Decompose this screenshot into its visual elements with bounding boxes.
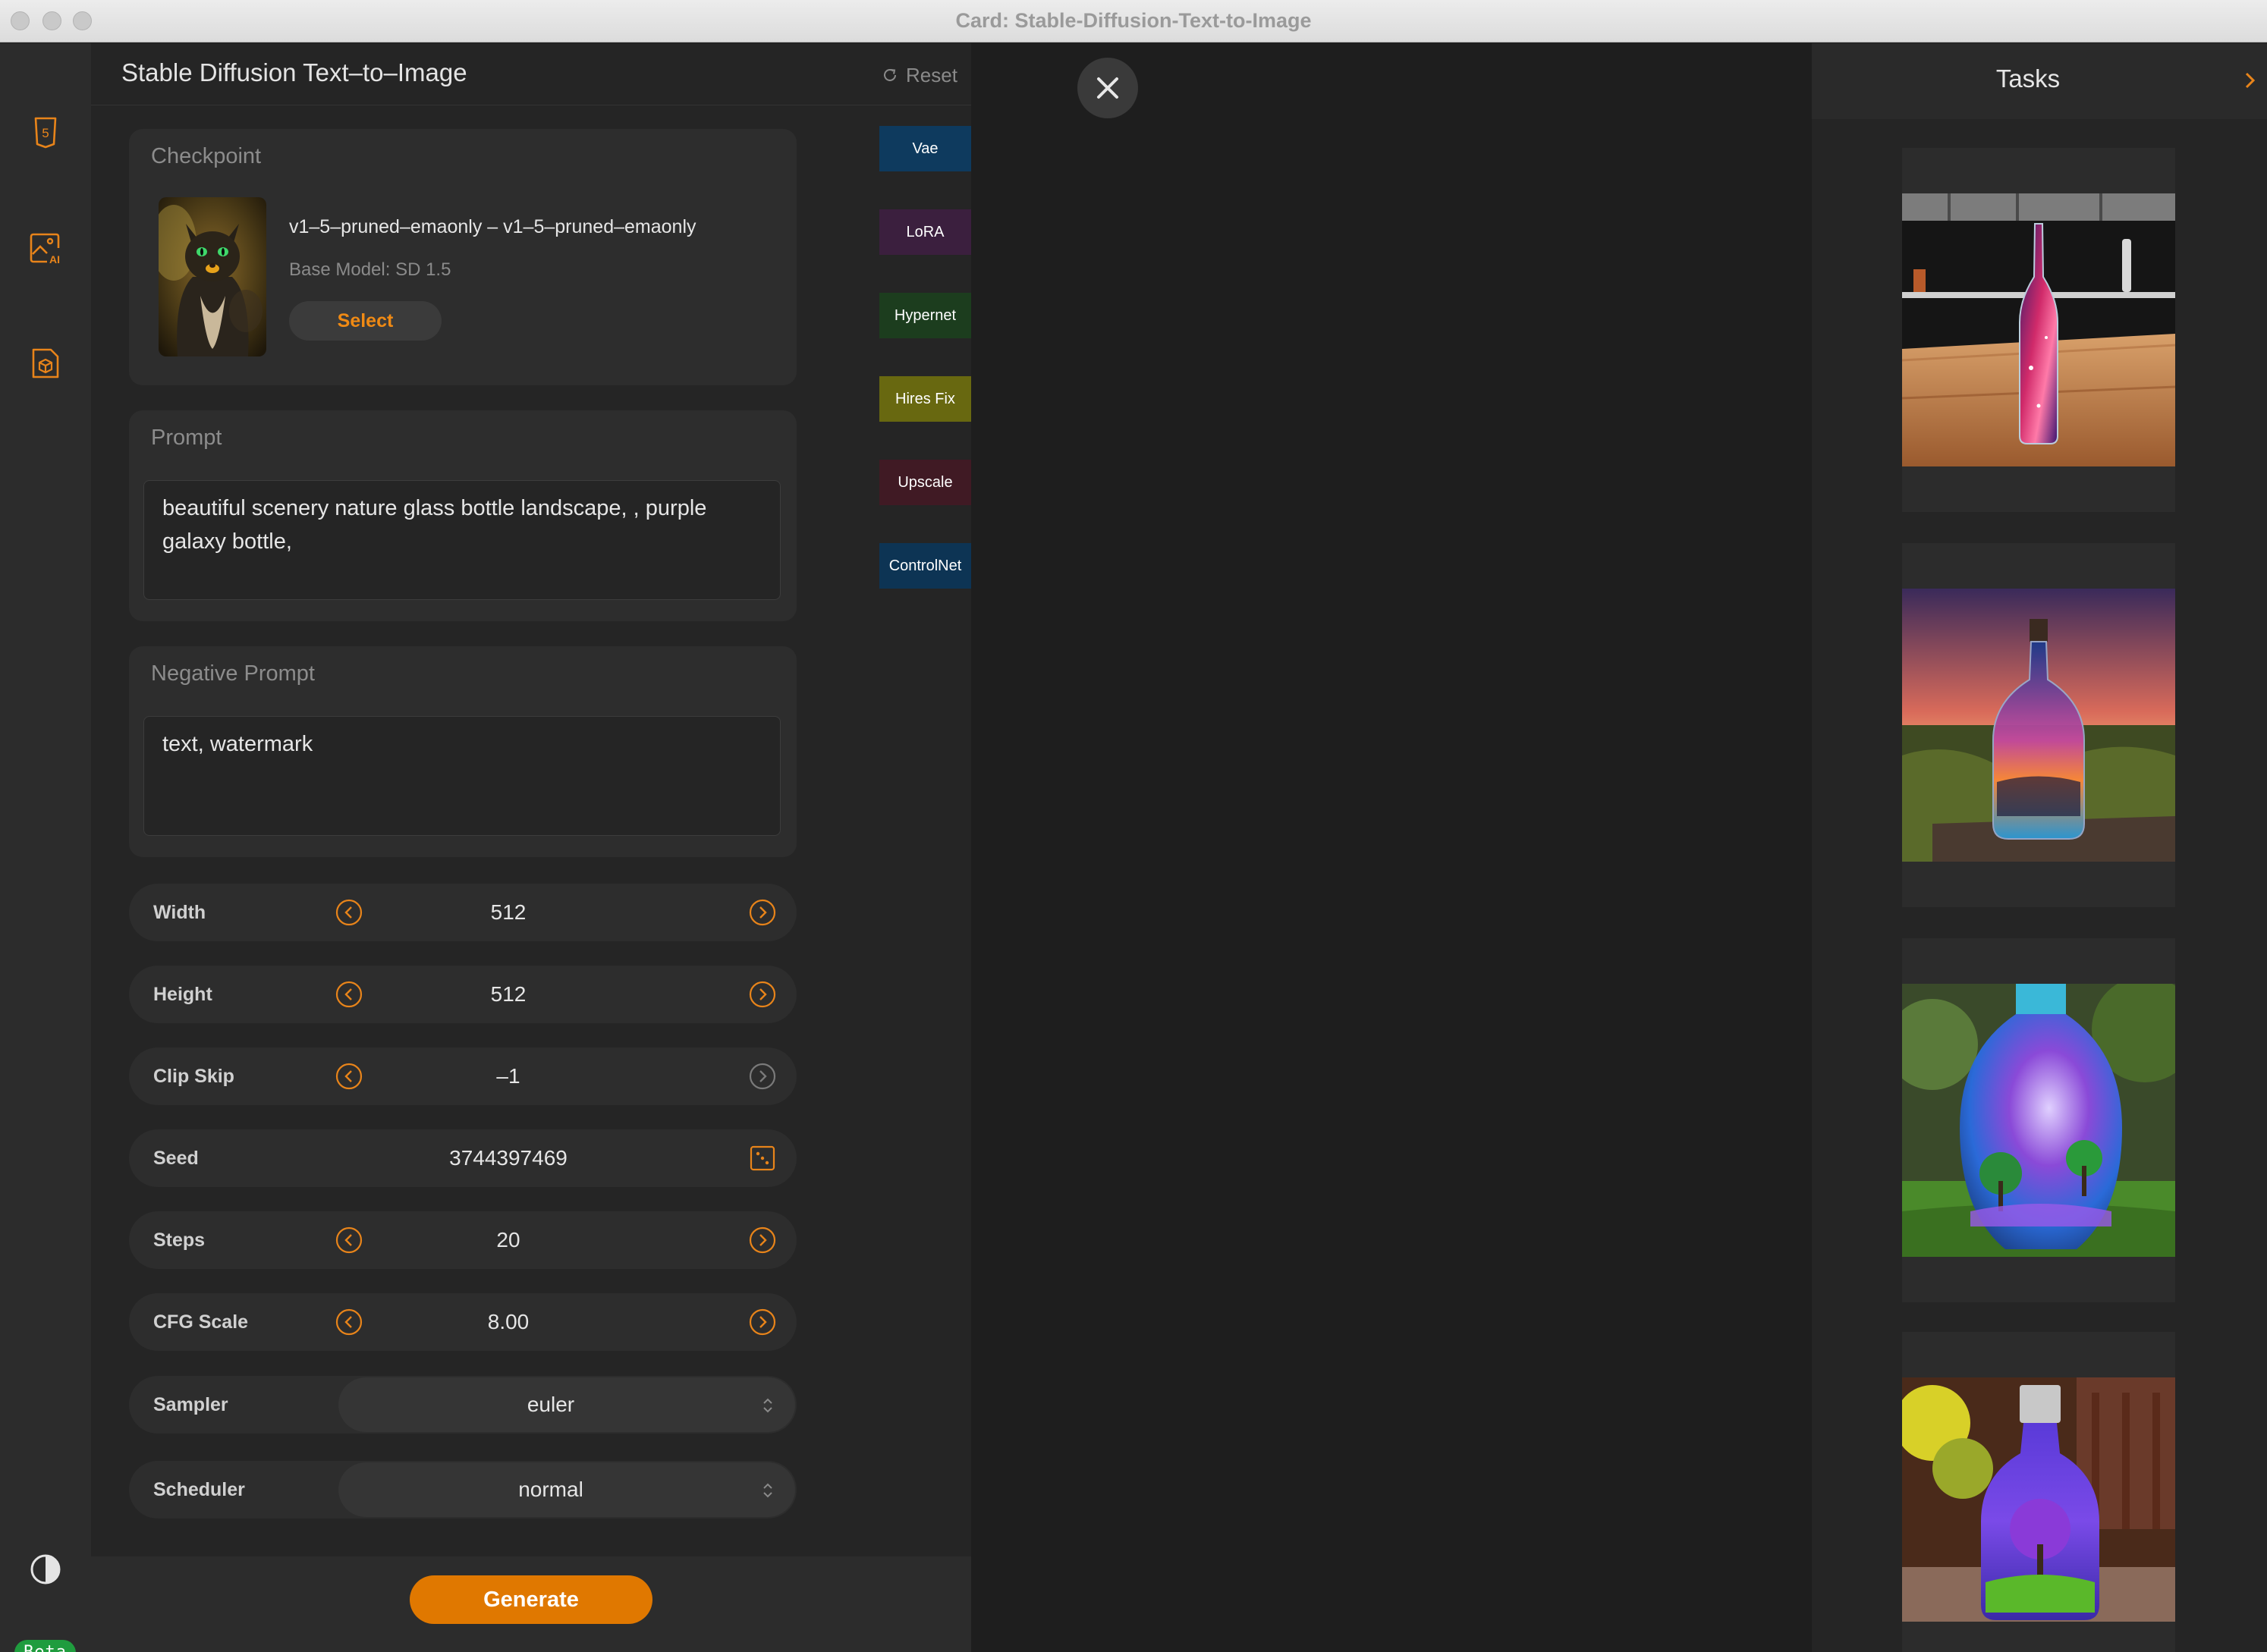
clip-skip-value: –1 — [496, 1064, 520, 1088]
cfg-scale-value: 8.00 — [487, 1310, 530, 1333]
seed-label: Seed — [153, 1148, 199, 1169]
steps-label: Steps — [153, 1230, 206, 1251]
panel-title: Stable Diffusion Text–to–Image — [121, 58, 467, 86]
tag-hires-fix[interactable]: Hires Fix — [879, 376, 971, 422]
width-row: Width 512 — [129, 884, 797, 941]
sampler-value: euler — [527, 1393, 575, 1416]
reset-button[interactable]: Reset — [882, 63, 957, 87]
checkpoint-label: Checkpoint — [151, 144, 262, 168]
height-label: Height — [153, 984, 212, 1005]
panel-header: Stable Diffusion Text–to–Image Reset — [91, 43, 971, 105]
chevron-right-icon — [749, 1226, 776, 1254]
clip-skip-increment-button[interactable] — [749, 1063, 776, 1090]
beta-badge: Beta — [14, 1640, 76, 1652]
negative-prompt-card: Negative Prompt text, watermark — [129, 646, 797, 857]
close-button[interactable] — [1077, 58, 1138, 118]
svg-text:5: 5 — [42, 126, 49, 140]
package-icon[interactable] — [29, 347, 62, 380]
task-image — [1902, 1377, 2175, 1622]
seed-row: Seed 3744397469 — [129, 1129, 797, 1187]
checkpoint-thumbnail — [159, 197, 266, 356]
tasks-header: Tasks — [1812, 43, 2267, 119]
width-increment-button[interactable] — [749, 899, 776, 926]
steps-row: Steps 20 — [129, 1211, 797, 1269]
task-item-bottle-sunset-landscape[interactable] — [1902, 543, 2175, 907]
tasks-title: Tasks — [1995, 64, 2061, 93]
checkpoint-card: Checkpoint v1–5–pruned–emaonly – v1–5–pr… — [129, 129, 797, 385]
cfg-scale-increment-button[interactable] — [749, 1308, 776, 1336]
config-panel: Stable Diffusion Text–to–Image Reset Che… — [91, 43, 971, 1652]
height-increment-button[interactable] — [749, 981, 776, 1008]
dice-icon — [750, 1145, 775, 1171]
refresh-icon — [884, 68, 896, 81]
steps-increment-button[interactable] — [749, 1226, 776, 1254]
select-checkpoint-button[interactable]: Select — [289, 301, 442, 341]
scheduler-row: Scheduler normal — [129, 1461, 797, 1519]
chevron-updown-icon — [763, 1483, 772, 1498]
chevron-updown-icon — [763, 1398, 772, 1413]
chevron-right-icon — [749, 1063, 776, 1090]
checkpoint-base-model: Base Model: SD 1.5 — [289, 259, 451, 280]
task-item-galaxy-bottle-on-table[interactable] — [1902, 148, 2175, 512]
negative-prompt-label: Negative Prompt — [151, 661, 315, 686]
scheduler-label: Scheduler — [153, 1479, 245, 1500]
prompt-label: Prompt — [151, 426, 222, 450]
random-seed-button[interactable] — [749, 1145, 776, 1172]
chevron-right-icon — [749, 1308, 776, 1336]
seed-value[interactable]: 3744397469 — [326, 1129, 690, 1187]
html5-icon[interactable]: 5 — [29, 115, 62, 149]
height-row: Height 512 — [129, 966, 797, 1023]
reset-label: Reset — [906, 63, 957, 86]
task-item-purple-bottle-with-tree[interactable] — [1902, 1332, 2175, 1652]
task-image — [1902, 984, 2175, 1257]
generate-button[interactable]: Generate — [410, 1575, 652, 1624]
svg-text:AI: AI — [49, 253, 60, 265]
chevron-right-icon — [749, 899, 776, 926]
tag-controlnet[interactable]: ControlNet — [879, 543, 971, 589]
sidebar-rail: 5 AI Beta — [0, 43, 91, 1652]
clip-skip-label: Clip Skip — [153, 1066, 234, 1087]
width-value: 512 — [490, 900, 527, 924]
scheduler-select[interactable]: normal — [338, 1462, 795, 1517]
height-value: 512 — [490, 982, 527, 1006]
prompt-input[interactable]: beautiful scenery nature glass bottle la… — [143, 480, 781, 600]
task-image — [1902, 193, 2175, 466]
sampler-row: Sampler euler — [129, 1376, 797, 1434]
steps-value: 20 — [496, 1228, 520, 1252]
panel-footer: Generate — [91, 1556, 971, 1652]
tasks-panel: Tasks — [1812, 43, 2267, 1652]
sampler-label: Sampler — [153, 1394, 228, 1415]
prompt-card: Prompt beautiful scenery nature glass bo… — [129, 410, 797, 621]
tag-vae[interactable]: Vae — [879, 126, 971, 171]
scheduler-value: normal — [518, 1478, 583, 1501]
chevron-right-icon — [749, 981, 776, 1008]
window-titlebar: Card: Stable-Diffusion-Text-to-Image — [0, 0, 2267, 42]
negative-prompt-input[interactable]: text, watermark — [143, 716, 781, 836]
close-icon — [1097, 77, 1118, 99]
tag-upscale[interactable]: Upscale — [879, 460, 971, 505]
task-item-galaxy-vase-with-trees[interactable] — [1902, 938, 2175, 1302]
chevron-right-icon — [2245, 72, 2256, 89]
tag-lora[interactable]: LoRA — [879, 209, 971, 255]
window-title: Card: Stable-Diffusion-Text-to-Image — [955, 9, 1312, 32]
sampler-select[interactable]: euler — [338, 1377, 795, 1432]
task-image — [1902, 589, 2175, 862]
tasks-collapse-button[interactable] — [2243, 69, 2258, 92]
tag-hypernet[interactable]: Hypernet — [879, 293, 971, 338]
cfg-scale-label: CFG Scale — [153, 1311, 249, 1333]
checkpoint-model-name: v1–5–pruned–emaonly – v1–5–pruned–emaonl… — [289, 216, 696, 237]
width-label: Width — [153, 902, 206, 923]
clip-skip-row: Clip Skip –1 — [129, 1047, 797, 1105]
ai-image-icon[interactable]: AI — [29, 231, 62, 265]
theme-contrast-icon[interactable] — [29, 1553, 62, 1586]
cfg-scale-row: CFG Scale 8.00 — [129, 1293, 797, 1351]
